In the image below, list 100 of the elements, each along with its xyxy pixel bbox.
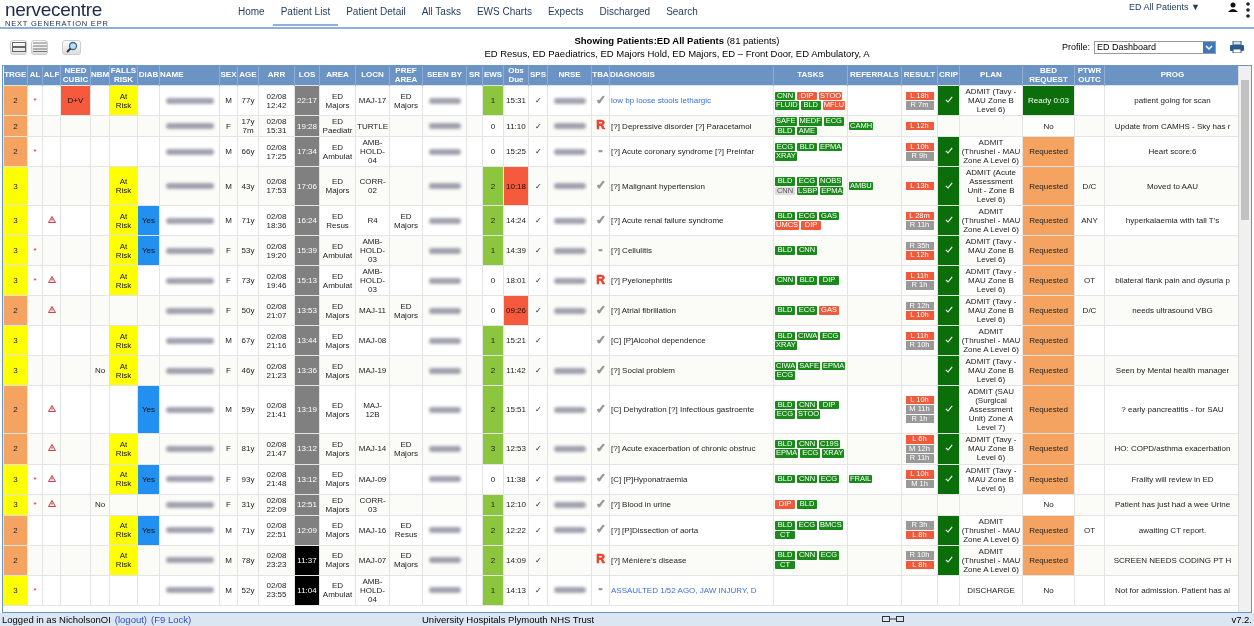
checkmark-icon — [944, 336, 953, 343]
patient-age: 73y — [237, 265, 259, 296]
column-header[interactable]: PTWR OUTC — [1074, 66, 1105, 86]
triage-cell: 2 — [3, 433, 28, 464]
redacted-name — [166, 307, 214, 314]
lock-link[interactable]: (F9 Lock) — [151, 614, 192, 625]
search-icon — [65, 41, 78, 53]
redacted-name — [166, 406, 214, 413]
patient-age: 52y — [237, 575, 259, 605]
bed-location: MAJ-09 — [355, 464, 390, 494]
rows-icon — [11, 42, 26, 52]
diagnosis-link[interactable]: low bp loose stools lethargic — [609, 85, 774, 116]
column-header[interactable]: TASKS — [773, 66, 848, 86]
bed-request-cell: Requested — [1022, 355, 1075, 386]
patient-age: 71y — [237, 205, 259, 236]
nav-tab[interactable]: Patient Detail — [338, 5, 414, 24]
bed-location: AMB-HOLD-04 — [355, 136, 390, 167]
nav-tab[interactable]: All Tasks — [413, 5, 469, 24]
checkmark-icon — [944, 96, 953, 103]
column-header[interactable]: NAME — [159, 66, 220, 86]
redacted-name — [166, 337, 214, 344]
sps-mark: ✓ — [528, 325, 548, 356]
triage-cell: 2 — [3, 545, 28, 575]
checkmark-icon — [944, 276, 953, 283]
nav-tab[interactable]: Patient List — [272, 5, 339, 26]
column-header[interactable]: LOCN — [355, 66, 390, 86]
tba-mark: ✓ — [595, 440, 606, 455]
column-header[interactable]: EWS — [482, 66, 504, 86]
column-header[interactable]: DIAB — [137, 66, 160, 86]
arrival-time: 02/08 12:42 — [258, 85, 295, 116]
diagnosis-text: [C] [P]Hyponatraemia — [609, 464, 774, 494]
column-header[interactable]: NEED CUBIC — [60, 66, 91, 86]
user-icon[interactable] — [1228, 2, 1238, 12]
tba-mark: - — [598, 582, 603, 596]
column-header[interactable]: AREA — [319, 66, 356, 86]
card-view-button[interactable] — [10, 39, 27, 55]
logo-wordmark: nervecentre — [5, 1, 104, 19]
alcohol-asterisk: * — [33, 147, 37, 156]
diagnosis-text: [?] [P]Dissection of aorta — [609, 515, 774, 545]
list-selector[interactable]: ED All Patients ▼ — [1129, 2, 1200, 12]
triage-cell: 3 — [3, 205, 28, 236]
nav-tab[interactable]: Home — [230, 5, 273, 24]
column-header[interactable]: TRGE — [3, 66, 28, 86]
column-header[interactable]: PREF AREA — [389, 66, 423, 86]
column-header[interactable]: FALLS RISK — [109, 66, 138, 86]
scrollbar[interactable] — [1238, 66, 1251, 612]
sps-mark: ✓ — [528, 205, 548, 236]
bed-location: AMB-HOLD-03 — [355, 265, 390, 296]
column-header[interactable]: PLAN — [959, 66, 1023, 86]
length-of-stay-cell: 22:17 — [294, 85, 320, 116]
printer-icon[interactable] — [1230, 41, 1244, 53]
sps-mark: ✓ — [528, 575, 548, 605]
checkmark-icon — [944, 181, 953, 189]
diagnosis-link[interactable]: ASSAULTED 1/52 AGO, JAW INJURY, D — [609, 575, 774, 605]
column-header[interactable]: PROG — [1104, 66, 1238, 86]
checkmark-icon — [944, 366, 953, 373]
redacted-name — [166, 501, 214, 508]
nav-tab[interactable]: Search — [658, 5, 706, 24]
more-menu-icon[interactable] — [1246, 2, 1250, 18]
logout-link[interactable]: (logout) — [114, 614, 147, 625]
bed-request-cell: Requested — [1022, 265, 1075, 296]
profile-dropdown[interactable]: ED Dashboard — [1094, 40, 1216, 54]
search-button[interactable] — [62, 39, 81, 55]
checkmark-icon — [944, 405, 953, 412]
column-header[interactable]: AGE — [237, 66, 259, 86]
column-header[interactable]: SEEN BY — [422, 66, 467, 86]
bed-location: MAJ-12B — [355, 385, 390, 434]
patient-age: 93y — [237, 464, 259, 494]
patient-sex: M — [219, 136, 238, 167]
column-header[interactable]: RESULT — [901, 66, 938, 86]
bed-request-cell: Requested — [1022, 235, 1075, 266]
column-header[interactable]: Obs Due — [503, 66, 529, 86]
resize-icon[interactable] — [882, 615, 904, 624]
patient-age: 66y — [237, 136, 259, 167]
nav-tab[interactable]: Expects — [539, 5, 592, 24]
sps-mark: ✓ — [528, 385, 548, 434]
tba-mark: ✓ — [595, 401, 606, 416]
tba-mark: ✓ — [595, 496, 606, 511]
alcohol-asterisk: * — [33, 246, 37, 255]
column-header[interactable]: NRSE — [547, 66, 592, 86]
plan-text: ADMIT (Thrushel - MAU Zone A Level 6) — [959, 545, 1023, 575]
checkmark-icon — [944, 555, 953, 563]
column-header[interactable]: CRIP — [937, 66, 960, 86]
column-header[interactable]: REFERRALS — [847, 66, 902, 86]
checkmark-icon — [944, 444, 953, 452]
area-name: ED Ambulat — [319, 265, 356, 296]
column-header[interactable]: LOS — [294, 66, 320, 86]
nav-tab[interactable]: Discharged — [591, 5, 659, 24]
column-header[interactable]: ARR — [258, 66, 295, 86]
redacted-name — [166, 587, 214, 594]
alcohol-asterisk: * — [33, 474, 37, 484]
falls-risk-cell: At Risk — [109, 85, 138, 116]
area-name: ED Ambulat — [319, 136, 356, 167]
nav-tab[interactable]: EWS Charts — [468, 5, 540, 24]
sps-mark: ✓ — [528, 136, 548, 167]
list-view-button[interactable] — [31, 39, 48, 55]
area-name: ED Majors — [319, 515, 356, 545]
column-header[interactable]: BED REQUEST — [1022, 66, 1075, 86]
arrival-time: 02/08 23:55 — [258, 575, 295, 605]
column-header[interactable]: DIAGNOSIS — [609, 66, 774, 86]
